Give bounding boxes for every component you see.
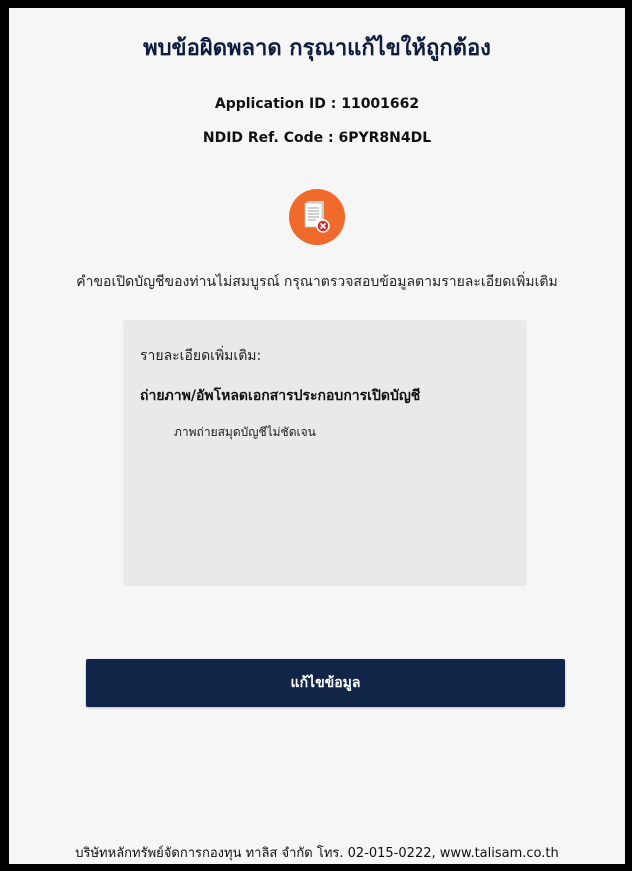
page-title: พบข้อผิดพลาด กรุณาแก้ไขให้ถูกต้อง bbox=[143, 36, 491, 61]
details-item: ภาพถ่ายสมุดบัญชีไม่ชัดเจน bbox=[174, 425, 316, 439]
edit-info-button[interactable]: แก้ไขข้อมูล bbox=[86, 659, 565, 707]
details-section-title: ถ่ายภาพ/อัพโหลดเอกสารประกอบการเปิดบัญชี bbox=[140, 388, 421, 404]
ndid-ref-code: NDID Ref. Code : 6PYR8N4DL bbox=[202, 130, 432, 146]
application-id: Application ID : 11001662 bbox=[214, 96, 420, 112]
details-heading: รายละเอียดเพิ่มเติม: bbox=[140, 348, 262, 364]
status-message: คำขอเปิดบัญชีของท่านไม่สมบูรณ์ กรุณาตรวจ… bbox=[76, 274, 558, 290]
result-panel: พบข้อผิดพลาด กรุณาแก้ไขให้ถูกต้อง Applic… bbox=[9, 8, 625, 864]
document-error-icon bbox=[289, 189, 345, 245]
footer-contact: บริษัทหลักทรัพย์จัดการกองทุน ทาลิส จำกัด… bbox=[75, 846, 559, 861]
details-box: รายละเอียดเพิ่มเติม: ถ่ายภาพ/อัพโหลดเอกส… bbox=[123, 320, 527, 586]
